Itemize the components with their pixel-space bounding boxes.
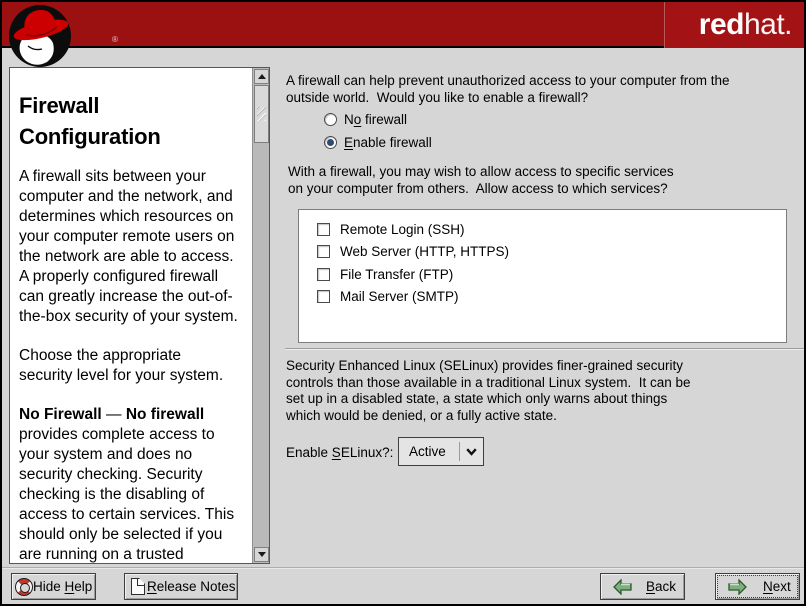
document-icon (131, 578, 145, 595)
checkbox-icon[interactable] (317, 223, 330, 236)
radio-enable-firewall-label: Enable firewall (344, 135, 432, 150)
service-row-ssh[interactable]: Remote Login (SSH) (317, 218, 786, 241)
services-list: Remote Login (SSH) Web Server (HTTP, HTT… (298, 209, 787, 343)
registered-trademark: ® (112, 35, 118, 44)
wordmark-hat: hat. (744, 8, 792, 41)
help-title: Firewall Configuration (19, 90, 246, 152)
radio-enable-firewall[interactable]: Enable firewall (324, 135, 432, 150)
scrollbar-thumb[interactable] (254, 85, 269, 143)
service-label: Mail Server (SMTP) (340, 289, 459, 304)
selinux-dropdown[interactable]: Active (398, 437, 484, 466)
firewall-intro-text: A firewall can help prevent unauthorized… (286, 73, 729, 106)
radio-button-selected-icon[interactable] (324, 136, 337, 149)
scroll-down-button[interactable] (254, 547, 269, 562)
selinux-dropdown-value: Active (399, 444, 459, 459)
focus-ring (718, 576, 797, 597)
wordmark-red: red (699, 8, 744, 41)
service-row-smtp[interactable]: Mail Server (SMTP) (317, 286, 786, 309)
service-label: Remote Login (SSH) (340, 222, 465, 237)
enable-selinux-label: Enable SELinux?: (286, 445, 393, 460)
scrollbar-grip-icon (257, 107, 266, 121)
help-panel: Firewall Configuration A firewall sits b… (9, 67, 270, 564)
hide-help-button[interactable]: Hide Help (11, 573, 96, 600)
help-content: Firewall Configuration A firewall sits b… (10, 68, 252, 563)
hide-help-label: Hide Help (33, 579, 92, 594)
help-paragraph-2: Choose the appropriate security level fo… (19, 346, 246, 386)
lifebuoy-icon (15, 578, 33, 596)
help-paragraph-3: No Firewall — No firewall provides compl… (19, 405, 246, 563)
back-label: Back (646, 579, 676, 594)
footer-separator (2, 567, 804, 569)
scroll-up-button[interactable] (254, 69, 269, 84)
checkbox-icon[interactable] (317, 245, 330, 258)
redhat-shadowman-logo-icon (8, 4, 72, 68)
service-label: File Transfer (FTP) (340, 267, 453, 282)
arrow-up-icon (258, 74, 266, 79)
release-notes-label: Release Notes (147, 579, 236, 594)
checkbox-icon[interactable] (317, 290, 330, 303)
radio-no-firewall-label: No firewall (344, 112, 407, 127)
services-intro-text: With a firewall, you may wish to allow a… (288, 164, 674, 197)
service-row-ftp[interactable]: File Transfer (FTP) (317, 263, 786, 286)
radio-button-icon[interactable] (324, 113, 337, 126)
checkbox-icon[interactable] (317, 268, 330, 281)
chevron-down-icon (460, 448, 483, 456)
arrow-left-icon (613, 579, 632, 595)
redhat-wordmark: redhat. (699, 7, 792, 43)
service-row-http[interactable]: Web Server (HTTP, HTTPS) (317, 241, 786, 264)
service-label: Web Server (HTTP, HTTPS) (340, 244, 509, 259)
arrow-down-icon (258, 552, 266, 557)
help-scrollbar[interactable] (252, 68, 269, 563)
radio-no-firewall[interactable]: No firewall (324, 112, 407, 127)
back-button[interactable]: Back (600, 573, 685, 600)
installer-window: redhat. ® Firewall Configuration A firew… (0, 0, 806, 606)
horizontal-separator (285, 348, 806, 350)
selinux-description-text: Security Enhanced Linux (SELinux) provid… (286, 358, 690, 424)
help-paragraph-1: A firewall sits between your computer an… (19, 167, 246, 327)
next-button[interactable]: Next (715, 573, 800, 600)
header-band: redhat. ® (2, 2, 804, 48)
release-notes-button[interactable]: Release Notes (124, 573, 238, 600)
